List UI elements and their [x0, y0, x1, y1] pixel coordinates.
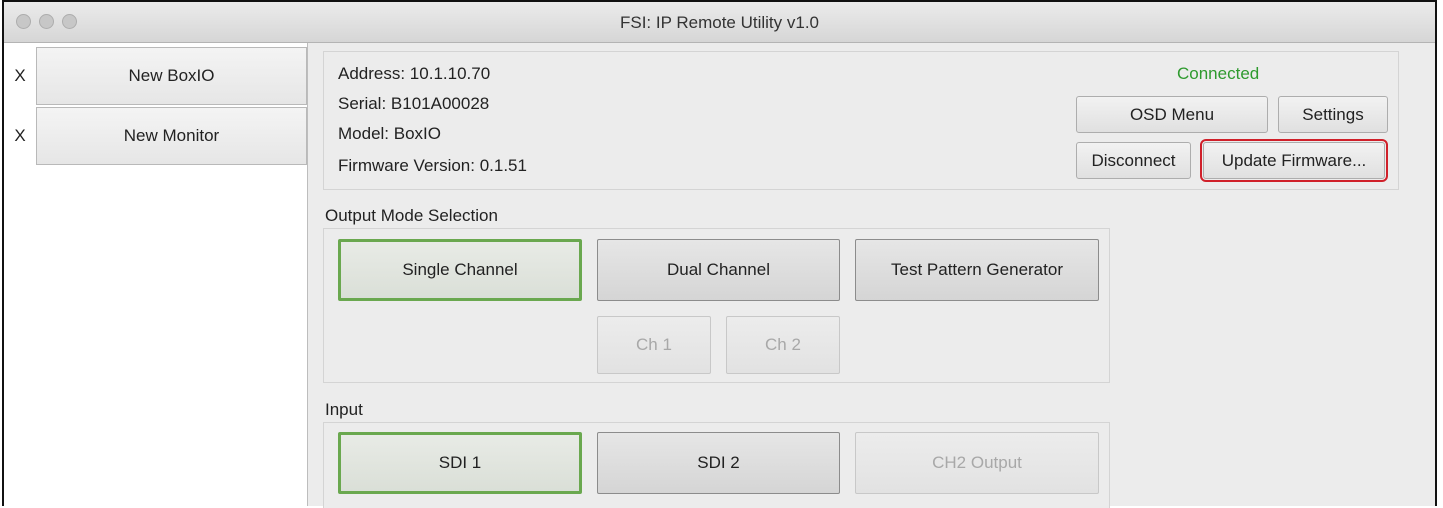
window-title: FSI: IP Remote Utility v1.0	[619, 13, 820, 32]
connection-status: Connected	[1177, 64, 1260, 83]
settings-button[interactable]: Settings	[1278, 96, 1388, 133]
dual-channel-button[interactable]: Dual Channel	[597, 239, 840, 301]
model-label: Model: BoxIO	[338, 124, 441, 143]
channel-2-button[interactable]: Ch 2	[726, 316, 840, 374]
disconnect-button[interactable]: Disconnect	[1076, 142, 1191, 179]
device-sidebar: X New BoxIO X New Monitor	[4, 43, 308, 506]
address-label: Address: 10.1.10.70	[338, 64, 491, 83]
output-mode-heading: Output Mode Selection	[325, 206, 498, 225]
serial-label: Serial: B101A00028	[338, 94, 490, 113]
firmware-version-label: Firmware Version: 0.1.51	[338, 156, 527, 175]
sidebar-item-boxio: X New BoxIO	[4, 47, 307, 105]
osd-menu-button[interactable]: OSD Menu	[1076, 96, 1268, 133]
test-pattern-generator-button[interactable]: Test Pattern Generator	[855, 239, 1099, 301]
remove-monitor-button[interactable]: X	[4, 107, 36, 165]
title-bar: FSI: IP Remote Utility v1.0	[4, 2, 1435, 43]
sidebar-item-label[interactable]: New BoxIO	[36, 47, 307, 105]
input-heading: Input	[325, 400, 363, 419]
output-mode-panel: Single Channel Dual Channel Test Pattern…	[323, 228, 1110, 383]
sidebar-item-monitor: X New Monitor	[4, 107, 307, 165]
sdi-1-button[interactable]: SDI 1	[338, 432, 582, 494]
single-channel-button[interactable]: Single Channel	[338, 239, 582, 301]
ch2-output-button[interactable]: CH2 Output	[855, 432, 1099, 494]
input-panel: SDI 1 SDI 2 CH2 Output	[323, 422, 1110, 508]
sidebar-item-label[interactable]: New Monitor	[36, 107, 307, 165]
update-firmware-button[interactable]: Update Firmware...	[1200, 139, 1388, 182]
app-window: FSI: IP Remote Utility v1.0 X New BoxIO …	[2, 0, 1437, 508]
remove-boxio-button[interactable]: X	[4, 47, 36, 105]
sdi-2-button[interactable]: SDI 2	[597, 432, 840, 494]
device-info-panel: Address: 10.1.10.70 Serial: B101A00028 M…	[323, 51, 1399, 190]
channel-1-button[interactable]: Ch 1	[597, 316, 711, 374]
